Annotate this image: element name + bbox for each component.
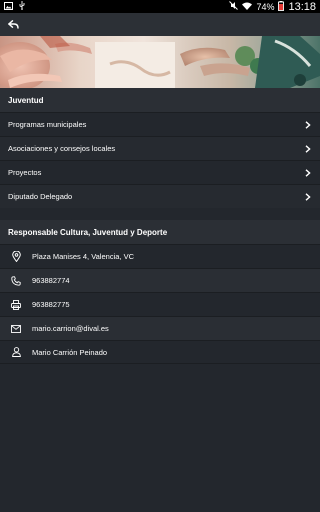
contact-fax-text: 963882775 — [32, 300, 70, 309]
menu-item-programas[interactable]: Programas municipales — [0, 112, 320, 136]
status-left — [0, 1, 25, 12]
contact-person-text: Mario Carrión Peinado — [32, 347, 108, 357]
contact-email-text: mario.carrion@dival.es — [32, 324, 109, 333]
battery-percent: 74% — [256, 1, 275, 12]
contact-address-text: Plaza Manises 4, Valencia, VC — [32, 252, 134, 261]
back-arrow-icon — [7, 16, 19, 34]
wifi-icon — [242, 2, 253, 12]
envelope-icon — [10, 323, 22, 335]
hero-image — [0, 36, 320, 88]
contact-phone-text: 963882774 — [32, 276, 70, 285]
usb-icon — [19, 1, 25, 12]
person-icon — [10, 346, 22, 358]
contact-person[interactable]: Mario Carrión Peinado — [0, 340, 320, 364]
menu-item-diputado[interactable]: Diputado Delegado — [0, 184, 320, 208]
printer-icon — [10, 299, 22, 311]
status-clock: 13:18 — [288, 0, 316, 13]
menu-item-proyectos[interactable]: Proyectos — [0, 160, 320, 184]
contact-phone[interactable]: 963882774 — [0, 268, 320, 292]
chevron-right-icon — [304, 192, 312, 201]
menu-item-asociaciones[interactable]: Asociaciones y consejos locales — [0, 136, 320, 160]
contact-fax[interactable]: 963882775 — [0, 292, 320, 316]
phone-icon — [10, 275, 22, 287]
status-right: 74% 13:18 — [229, 0, 320, 13]
menu-item-label: Diputado Delegado — [8, 192, 73, 201]
empty-area — [0, 366, 320, 512]
contact-email[interactable]: mario.carrion@dival.es — [0, 316, 320, 340]
image-notification-icon — [4, 1, 13, 12]
contact-address[interactable]: Plaza Manises 4, Valencia, VC — [0, 244, 320, 268]
menu-item-label: Programas municipales — [8, 120, 87, 129]
battery-icon — [278, 0, 285, 13]
silent-icon — [229, 1, 239, 12]
section-title: Juventud — [0, 88, 320, 112]
status-bar: 74% 13:18 — [0, 0, 320, 13]
menu-item-label: Asociaciones y consejos locales — [8, 144, 116, 153]
chevron-right-icon — [304, 120, 312, 129]
app-bar — [0, 13, 320, 36]
contact-list: Plaza Manises 4, Valencia, VC 963882774 … — [0, 244, 320, 364]
menu-list: Programas municipales Asociaciones y con… — [0, 112, 320, 208]
responsible-title: Responsable Cultura, Juventud y Deporte — [0, 220, 320, 244]
chevron-right-icon — [304, 144, 312, 153]
back-button[interactable] — [1, 13, 25, 36]
menu-item-label: Proyectos — [8, 168, 42, 177]
location-pin-icon — [10, 251, 22, 263]
chevron-right-icon — [304, 168, 312, 177]
